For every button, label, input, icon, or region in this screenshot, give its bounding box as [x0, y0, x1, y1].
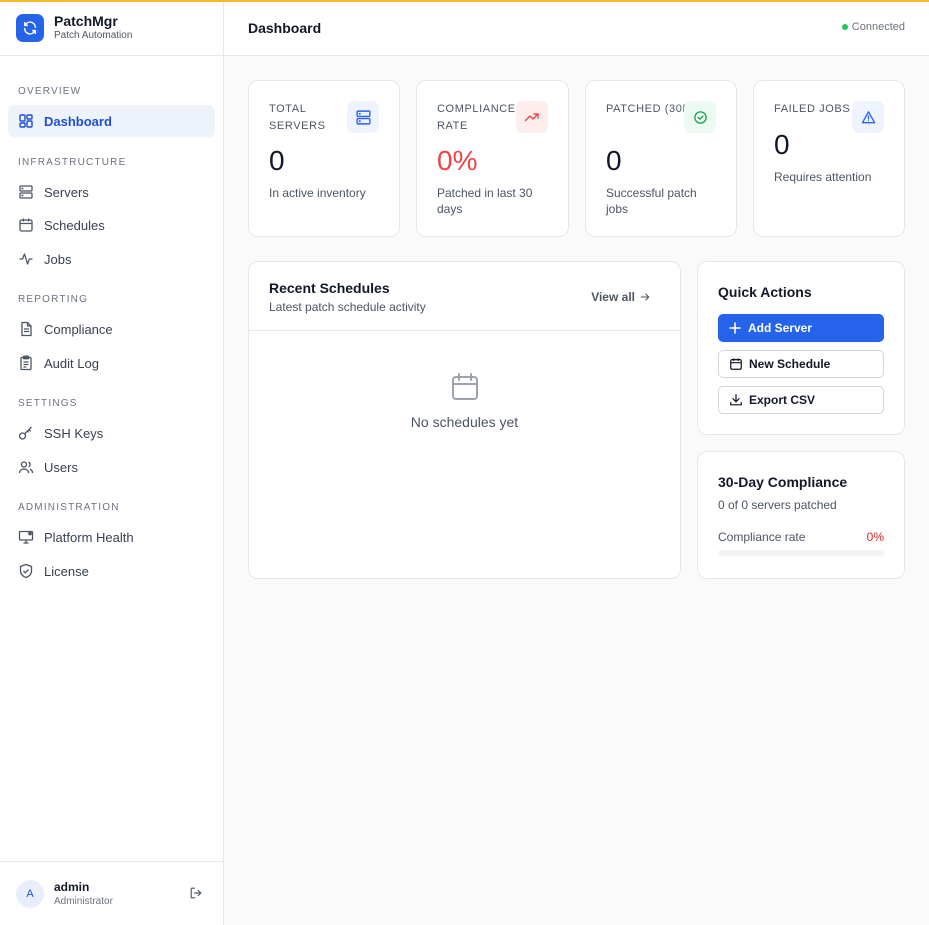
sidebar-item-label: Jobs: [44, 251, 72, 267]
sidebar-item-label: License: [44, 563, 89, 579]
sidebar-item-label: Servers: [44, 184, 89, 200]
top-accent-line: [0, 0, 929, 2]
add-server-label: Add Server: [748, 321, 813, 335]
calendar-icon: [18, 217, 34, 233]
stat-label: PATCHED (30D): [606, 103, 696, 115]
stat-value: 0: [774, 129, 790, 160]
clipboard-icon: [18, 355, 34, 371]
sidebar-item-label: Platform Health: [44, 529, 134, 545]
sidebar-item-label: Compliance: [44, 321, 113, 337]
stat-subtext: Requires attention: [774, 170, 872, 184]
add-server-button[interactable]: Add Server: [718, 314, 884, 342]
section-infrastructure: INFRASTRUCTURE: [18, 157, 127, 168]
section-reporting: REPORTING: [18, 294, 89, 305]
page-title: Dashboard: [248, 20, 322, 36]
stat-subtext: In active inventory: [269, 186, 366, 200]
compliance-panel: 30-Day Compliance 0 of 0 servers patched…: [697, 451, 905, 579]
sidebar-item-compliance[interactable]: Compliance: [8, 313, 215, 345]
avatar: A: [16, 879, 44, 908]
compliance-rate-label: Compliance rate: [718, 530, 806, 544]
sidebar-item-jobs[interactable]: Jobs: [8, 243, 215, 275]
section-administration: ADMINISTRATION: [18, 502, 120, 513]
section-settings: SETTINGS: [18, 398, 78, 409]
sidebar-item-label: Schedules: [44, 217, 105, 233]
stat-card-total-servers: TOTAL SERVERS 0 In active inventory: [248, 80, 400, 237]
sidebar-item-dashboard[interactable]: Dashboard: [8, 105, 215, 137]
document-icon: [18, 321, 34, 337]
user-role: Administrator: [54, 895, 113, 907]
stat-card-failed-jobs: FAILED JOBS 0 Requires attention: [753, 80, 905, 237]
view-all-link[interactable]: View all: [591, 290, 650, 304]
stat-card-patched-30d: PATCHED (30D) 0 Successful patch jobs: [585, 80, 737, 237]
sidebar-item-license[interactable]: License: [8, 555, 215, 587]
check-circle-icon: [684, 101, 716, 133]
compliance-title: 30-Day Compliance: [718, 474, 848, 490]
monitor-icon: [18, 529, 34, 545]
recent-schedules-title: Recent Schedules: [269, 280, 390, 296]
download-icon: [730, 394, 742, 406]
stat-subtext: Successful patch jobs: [606, 186, 697, 216]
quick-actions-panel: Quick Actions Add Server New Schedule Ex…: [697, 261, 905, 435]
arrow-right-icon: [640, 292, 650, 302]
stat-card-compliance-rate: COMPLIANCE RATE 0% Patched in last 30 da…: [416, 80, 569, 237]
shield-icon: [18, 563, 34, 579]
user-profile[interactable]: A admin Administrator: [0, 861, 223, 925]
brand-subtitle: Patch Automation: [54, 30, 133, 41]
alert-triangle-icon: [852, 101, 884, 133]
sidebar: PatchMgr Patch Automation OVERVIEW Dashb…: [0, 0, 224, 925]
refresh-logo-icon: [16, 13, 44, 42]
section-overview: OVERVIEW: [18, 86, 82, 97]
stat-value: 0: [269, 145, 285, 176]
view-all-label: View all: [591, 290, 635, 304]
activity-icon: [18, 251, 34, 267]
calendar-empty-icon: [449, 371, 481, 403]
export-csv-label: Export CSV: [749, 393, 816, 407]
stat-value: 0%: [437, 145, 478, 176]
status-dot-icon: [841, 24, 848, 30]
sidebar-item-label: Dashboard: [44, 113, 112, 129]
new-schedule-label: New Schedule: [749, 357, 831, 371]
sidebar-item-label: SSH Keys: [44, 425, 104, 441]
logout-icon[interactable]: [189, 886, 205, 902]
new-schedule-button[interactable]: New Schedule: [718, 350, 884, 378]
sidebar-item-label: Users: [44, 459, 78, 475]
compliance-subtitle: 0 of 0 servers patched: [718, 498, 837, 512]
export-csv-button[interactable]: Export CSV: [718, 386, 884, 414]
quick-actions-title: Quick Actions: [718, 284, 812, 300]
stat-subtext: Patched in last 30 days: [437, 186, 533, 216]
key-icon: [18, 425, 34, 441]
sidebar-item-users[interactable]: Users: [8, 451, 215, 483]
stat-label: FAILED JOBS: [774, 103, 851, 115]
trending-up-icon: [516, 101, 548, 133]
divider: [249, 330, 680, 331]
sidebar-item-servers[interactable]: Servers: [8, 176, 215, 208]
brand[interactable]: PatchMgr Patch Automation: [0, 0, 223, 56]
brand-title: PatchMgr: [54, 13, 118, 29]
top-header: Dashboard Connected: [224, 0, 929, 56]
recent-schedules-subtitle: Latest patch schedule activity: [269, 300, 426, 314]
calendar-icon: [730, 358, 742, 370]
sidebar-item-schedules[interactable]: Schedules: [8, 209, 215, 241]
stat-label: TOTAL SERVERS: [269, 103, 326, 132]
sidebar-item-label: Audit Log: [44, 355, 99, 371]
connection-status: Connected: [841, 21, 905, 33]
plus-icon: [729, 322, 741, 334]
compliance-progress-bar: [718, 550, 884, 556]
dashboard-icon: [18, 113, 34, 129]
server-icon: [347, 101, 379, 133]
sidebar-item-ssh-keys[interactable]: SSH Keys: [8, 417, 215, 449]
compliance-rate-value: 0%: [866, 530, 884, 544]
recent-schedules-panel: Recent Schedules Latest patch schedule a…: [248, 261, 681, 579]
stat-value: 0: [606, 145, 622, 176]
sidebar-item-audit-log[interactable]: Audit Log: [8, 347, 215, 379]
user-name: admin: [54, 879, 90, 894]
stat-label: COMPLIANCE RATE: [437, 103, 516, 132]
users-icon: [18, 459, 34, 475]
empty-state-text: No schedules yet: [410, 414, 519, 430]
connection-status-text: Connected: [851, 21, 905, 33]
server-icon: [18, 184, 34, 200]
sidebar-item-platform-health[interactable]: Platform Health: [8, 521, 215, 553]
